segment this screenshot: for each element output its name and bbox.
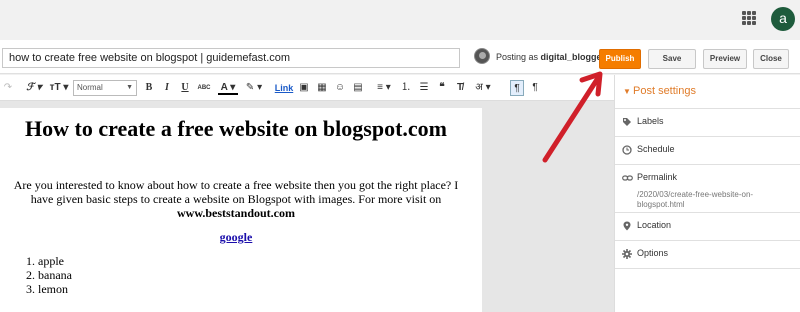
settings-labels[interactable]: Labels [615, 109, 800, 137]
top-bar: a [0, 0, 800, 40]
font-family-button[interactable]: ℱ ▾ [22, 80, 46, 96]
chevron-down-icon: ▼ [126, 84, 133, 91]
post-title-bar: Posting as digital_blogger Publish Save … [0, 40, 800, 74]
text-color-button[interactable]: A ▾ [218, 80, 238, 95]
author-avatar [474, 48, 490, 64]
numbered-list-icon[interactable]: ⒈ [400, 80, 412, 96]
permalink-label: Permalink [637, 172, 678, 182]
settings-schedule[interactable]: Schedule [615, 137, 800, 165]
post-settings-title: Post settings [633, 85, 696, 97]
list-item: lemon [38, 282, 72, 296]
italic-button[interactable]: I [162, 80, 172, 96]
permalink-value: /2020/03/create-free-website-on-blogspot… [637, 190, 754, 209]
save-button[interactable]: Save [648, 49, 696, 69]
list-item: banana [38, 268, 72, 282]
clock-icon [622, 145, 632, 155]
post-intro-paragraph: Are you interested to know about how to … [6, 178, 466, 220]
post-settings-header[interactable]: ▼ Post settings [615, 75, 800, 109]
insert-video-icon[interactable]: ▦ [316, 80, 328, 96]
quote-icon[interactable]: ❝ [436, 80, 448, 96]
jump-break-icon[interactable]: ▤ [352, 80, 364, 96]
settings-permalink[interactable]: Permalink /2020/03/create-free-website-o… [615, 165, 800, 213]
bold-button[interactable]: B [144, 80, 154, 96]
tag-icon [622, 117, 632, 127]
remove-formatting-icon[interactable]: T̸ [454, 80, 466, 96]
options-label: Options [637, 248, 669, 258]
caret-down-icon: ▼ [623, 87, 631, 96]
posting-as-label: Posting as [496, 52, 541, 62]
post-settings-panel: ▼ Post settings Labels Schedule Permalin… [614, 75, 800, 312]
alignment-button[interactable]: ≡ ▾ [374, 80, 394, 96]
settings-options[interactable]: Options [615, 241, 800, 269]
gear-icon [622, 249, 632, 259]
fruit-list: apple banana lemon [38, 254, 72, 296]
intro-text: Are you interested to know about how to … [13, 178, 459, 206]
input-language-button[interactable]: अ ▾ [474, 80, 492, 96]
location-label: Location [637, 220, 672, 230]
underline-button[interactable]: U [180, 80, 190, 96]
post-body-editor[interactable]: How to create a free website on blogspot… [0, 108, 482, 312]
strikethrough-button[interactable]: ABC [196, 80, 212, 96]
format-select-value: Normal [77, 83, 103, 92]
schedule-label: Schedule [637, 144, 675, 154]
insert-link-button[interactable]: Link [274, 80, 294, 96]
annotation-arrow-icon [542, 71, 603, 163]
bullet-list-icon[interactable]: ☰ [418, 80, 430, 96]
editor-toolbar: ↷ ℱ ▾ ᴛT ▾ Normal ▼ B I U ABC A ▾ ✎ ▾ Li… [0, 75, 614, 101]
list-item: apple [38, 254, 72, 268]
labels-label: Labels [637, 116, 664, 126]
settings-location[interactable]: Location [615, 213, 800, 241]
google-link[interactable]: google [0, 230, 472, 245]
close-button[interactable]: Close [753, 49, 789, 69]
left-to-right-icon[interactable]: ¶ [510, 80, 524, 96]
paragraph-format-select[interactable]: Normal ▼ [73, 80, 137, 96]
apps-grid-icon[interactable] [742, 11, 756, 25]
post-heading: How to create a free website on blogspot… [25, 116, 447, 141]
account-avatar[interactable]: a [771, 7, 795, 31]
link-icon [622, 173, 633, 183]
highlight-color-button[interactable]: ✎ ▾ [244, 80, 264, 96]
preview-button[interactable]: Preview [703, 49, 747, 69]
emoji-icon[interactable]: ☺ [334, 80, 346, 96]
font-size-button[interactable]: ᴛT ▾ [48, 80, 70, 96]
location-pin-icon [622, 221, 632, 231]
redo-icon[interactable]: ↷ [2, 80, 14, 96]
intro-site: www.beststandout.com [176, 206, 295, 220]
insert-image-icon[interactable]: ▣ [298, 80, 310, 96]
post-title-input[interactable] [2, 48, 460, 68]
